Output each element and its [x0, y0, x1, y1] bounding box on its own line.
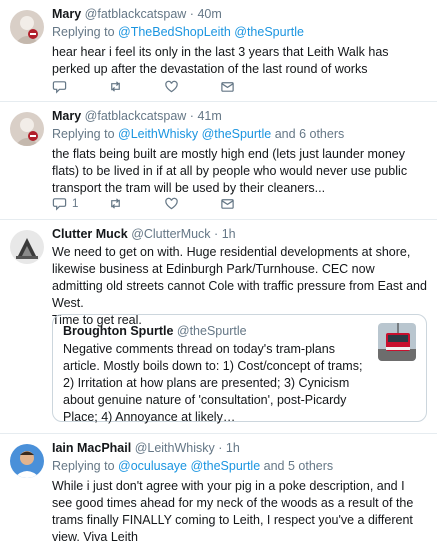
quoted-tweet[interactable]: Broughton Spurtle @theSpurtle Negative c… [52, 314, 427, 424]
replying-to-label: Replying to [52, 459, 115, 473]
reply-mentions[interactable]: @oculusaye @theSpurtle [118, 459, 260, 473]
retweet-button[interactable] [108, 196, 164, 211]
retweet-button[interactable] [108, 79, 164, 94]
dm-button[interactable] [220, 79, 276, 94]
timestamp[interactable]: 40m [197, 7, 221, 21]
replying-to: Replying to @TheBedShopLeith @theSpurtle [52, 24, 427, 40]
replying-to: Replying to @LeithWhisky @theSpurtle and… [52, 126, 427, 142]
tweet-header: Iain MacPhail @LeithWhisky · 1h [52, 440, 427, 456]
author-name[interactable]: Clutter Muck [52, 227, 128, 241]
tweet-header: Mary @fatblackcatspaw · 40m [52, 6, 427, 22]
tweet-1[interactable]: Mary @fatblackcatspaw · 40m Replying to … [0, 0, 437, 102]
like-button[interactable] [164, 196, 220, 211]
tweet-actions [52, 79, 276, 94]
tweet-text: the flats being built are mostly high en… [52, 147, 408, 195]
separator-dot: · [189, 7, 194, 21]
author-handle[interactable]: @fatblackcatspaw [85, 109, 187, 123]
tweet-text: While i just don't agree with your pig i… [52, 479, 414, 544]
tweet-text: We need to get on with. Huge residential… [52, 245, 427, 310]
tweet-actions: 1 [52, 196, 276, 211]
envelope-icon [221, 82, 234, 92]
retweet-icon [111, 81, 120, 92]
tweet-header: Clutter Muck @ClutterMuck · 1h [52, 226, 427, 242]
heart-icon [165, 80, 178, 93]
author-handle[interactable]: @LeithWhisky [135, 441, 215, 455]
author-handle[interactable]: @fatblackcatspaw [85, 7, 187, 21]
avatar[interactable] [10, 112, 44, 146]
author-name[interactable]: Mary [52, 7, 81, 21]
reply-mentions[interactable]: @LeithWhisky @theSpurtle [118, 127, 271, 141]
tweet-2[interactable]: Mary @fatblackcatspaw · 41m Replying to … [0, 102, 437, 220]
separator-dot: · [214, 227, 219, 241]
separator-dot: · [218, 441, 223, 455]
envelope-icon [221, 199, 234, 209]
like-button[interactable] [164, 79, 220, 94]
tweet-header: Mary @fatblackcatspaw · 41m [52, 108, 427, 124]
author-handle[interactable]: @ClutterMuck [131, 227, 210, 241]
timestamp[interactable]: 1h [222, 227, 236, 241]
reply-others[interactable]: and 6 others [275, 127, 345, 141]
tweet-text: hear hear i feel its only in the last 3 … [52, 45, 389, 76]
replying-to-label: Replying to [52, 25, 115, 39]
reply-mentions[interactable]: @TheBedShopLeith @theSpurtle [118, 25, 304, 39]
tweet-3[interactable]: Clutter Muck @ClutterMuck · 1h We need t… [0, 220, 437, 434]
replying-to: Replying to @oculusaye @theSpurtle and 5… [52, 458, 427, 474]
reply-button[interactable] [52, 79, 108, 94]
heart-icon [165, 197, 178, 210]
replying-to-label: Replying to [52, 127, 115, 141]
timestamp[interactable]: 1h [226, 441, 240, 455]
retweet-icon [111, 198, 120, 209]
avatar[interactable] [10, 230, 44, 264]
quoted-tweet-text: Negative comments thread on today's tram… [63, 342, 363, 424]
reply-others[interactable]: and 5 others [264, 459, 334, 473]
reply-icon [52, 198, 67, 211]
tweet-4[interactable]: Iain MacPhail @LeithWhisky · 1h Replying… [0, 434, 437, 544]
timestamp[interactable]: 41m [197, 109, 221, 123]
avatar[interactable] [10, 10, 44, 44]
author-name[interactable]: Iain MacPhail [52, 441, 131, 455]
reply-icon [52, 81, 67, 94]
quoted-author-handle: @theSpurtle [176, 324, 247, 338]
reply-count: 1 [72, 197, 79, 210]
quoted-author-name: Broughton Spurtle [63, 324, 174, 338]
separator-dot: · [189, 109, 194, 123]
quoted-tweet-thumbnail [378, 323, 416, 361]
author-name[interactable]: Mary [52, 109, 81, 123]
quoted-tweet-header: Broughton Spurtle @theSpurtle [63, 323, 368, 339]
avatar[interactable] [10, 444, 44, 478]
reply-button[interactable]: 1 [52, 196, 108, 211]
dm-button[interactable] [220, 196, 276, 211]
